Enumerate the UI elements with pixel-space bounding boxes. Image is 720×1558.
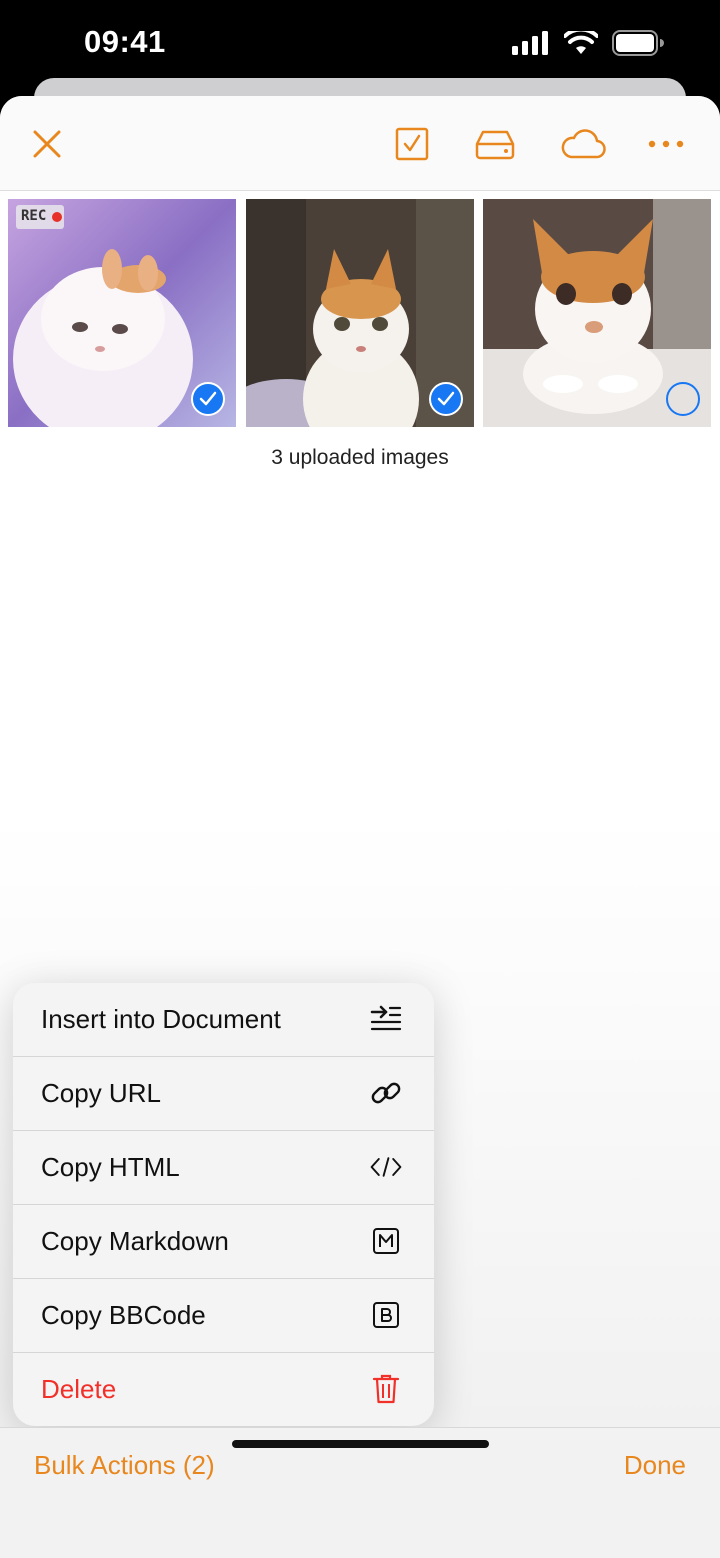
cloud-icon	[561, 129, 606, 159]
selected-checkmark[interactable]	[429, 382, 463, 416]
select-all-button[interactable]	[384, 116, 440, 172]
menu-item-label: Copy Markdown	[41, 1226, 229, 1256]
more-icon	[648, 140, 684, 148]
code-icon	[370, 1151, 402, 1183]
unselected-circle[interactable]	[666, 382, 700, 416]
image-grid: REC	[8, 199, 712, 431]
menu-item-copy-bbcode[interactable]: Copy BBCode	[13, 1279, 434, 1353]
checkmark-icon	[437, 391, 455, 406]
bulk-actions-menu: Insert into Document Copy URL Copy HTML …	[13, 983, 434, 1426]
menu-item-insert[interactable]: Insert into Document	[13, 983, 434, 1057]
wifi-icon	[564, 31, 598, 54]
signal-icon	[512, 31, 548, 55]
menu-item-label: Insert into Document	[41, 1004, 281, 1034]
menu-item-copy-html[interactable]: Copy HTML	[13, 1131, 434, 1205]
drive-icon	[475, 130, 515, 160]
status-time: 09:41	[84, 24, 166, 59]
menu-item-label: Delete	[41, 1374, 117, 1404]
trash-icon	[370, 1373, 402, 1405]
checkbox-icon	[395, 127, 429, 161]
upload-sheet: REC 3 uploaded images Insert into Docume…	[0, 96, 720, 1558]
rec-badge: REC	[21, 208, 47, 224]
battery-icon	[612, 30, 664, 56]
home-indicator	[232, 1440, 489, 1448]
menu-item-label: Copy BBCode	[41, 1300, 206, 1330]
more-button[interactable]	[638, 116, 694, 172]
toolbar	[0, 96, 720, 191]
cloud-button[interactable]	[555, 116, 611, 172]
link-icon	[370, 1077, 402, 1109]
done-button[interactable]: Done	[624, 1450, 686, 1481]
cat-image-3[interactable]	[483, 199, 711, 427]
bulk-actions-button[interactable]: Bulk Actions (2)	[34, 1450, 215, 1481]
menu-item-copy-markdown[interactable]: Copy Markdown	[13, 1205, 434, 1279]
markdown-icon	[370, 1225, 402, 1257]
menu-item-copy-url[interactable]: Copy URL	[13, 1057, 434, 1131]
menu-item-delete[interactable]: Delete	[13, 1353, 434, 1426]
checkmark-icon	[199, 391, 217, 406]
close-button[interactable]	[19, 116, 75, 172]
image-count-caption: 3 uploaded images	[271, 446, 449, 469]
bbcode-icon	[370, 1299, 402, 1331]
cat-image-2[interactable]	[246, 199, 474, 427]
status-icons	[512, 30, 664, 56]
status-bar: 09:41	[0, 0, 720, 88]
insert-icon	[370, 1003, 402, 1035]
menu-item-label: Copy HTML	[41, 1152, 180, 1182]
cat-image-1[interactable]: REC	[8, 199, 236, 427]
selected-checkmark[interactable]	[191, 382, 225, 416]
menu-item-label: Copy URL	[41, 1078, 161, 1108]
close-icon	[33, 130, 61, 158]
local-storage-button[interactable]	[467, 116, 523, 172]
